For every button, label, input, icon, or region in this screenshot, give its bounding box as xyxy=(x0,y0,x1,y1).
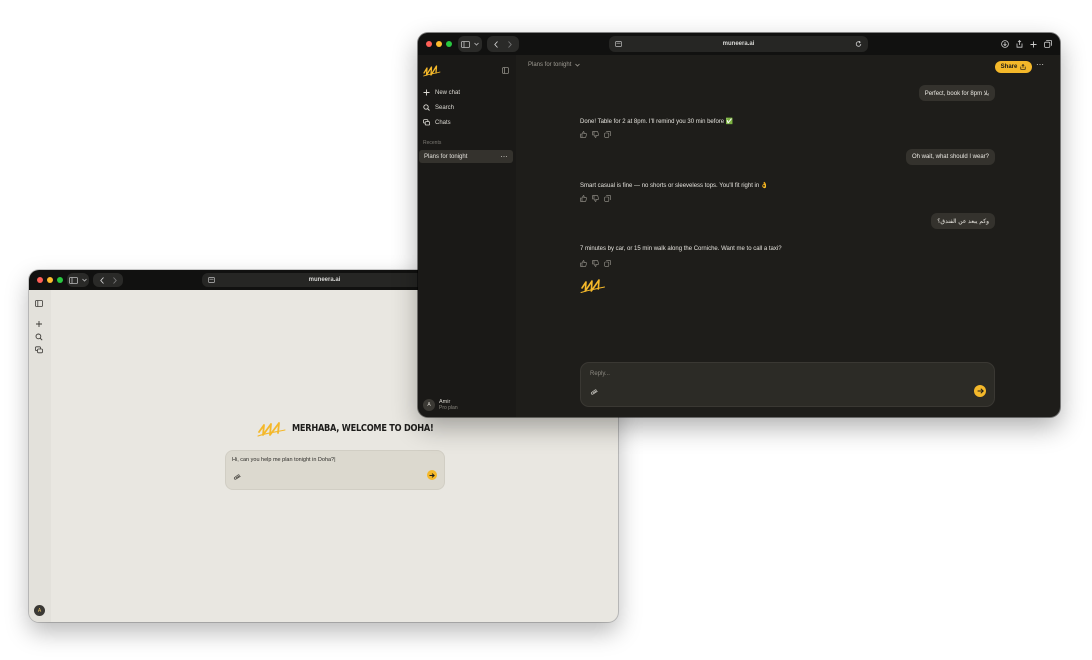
minimize-window-button[interactable] xyxy=(47,277,53,283)
share-icon xyxy=(1020,64,1026,70)
more-options-icon[interactable]: ⋯ xyxy=(1036,60,1045,69)
thumbs-up-icon[interactable] xyxy=(580,131,587,138)
user-message: Oh wait, what should I wear? xyxy=(905,149,995,165)
nav-buttons xyxy=(487,36,519,52)
prompt-input[interactable]: Hi, can you help me plan tonight in Doha… xyxy=(225,450,445,490)
back-arrow-icon[interactable] xyxy=(494,40,498,48)
minimize-window-button[interactable] xyxy=(436,41,442,47)
address-bar[interactable]: muneera.ai xyxy=(202,273,447,287)
attach-icon[interactable] xyxy=(233,474,242,480)
chat-title: Plans for tonight xyxy=(528,62,572,68)
copy-icon[interactable] xyxy=(604,195,611,202)
arrow-right-icon xyxy=(977,388,984,394)
thumbs-up-icon[interactable] xyxy=(580,260,587,267)
reply-placeholder[interactable]: Reply... xyxy=(590,371,610,377)
tabs-overview-icon[interactable] xyxy=(1044,40,1052,48)
assistant-message: Smart casual is fine — no shorts or slee… xyxy=(580,183,769,189)
sidebar-icon xyxy=(461,40,470,48)
send-button[interactable] xyxy=(974,385,986,397)
user-message: Perfect, book for 8pm يلا xyxy=(918,85,995,101)
title-bar: muneera.ai xyxy=(418,33,1060,55)
chevron-down-icon xyxy=(474,42,479,46)
close-window-button[interactable] xyxy=(37,277,43,283)
maximize-window-button[interactable] xyxy=(57,277,63,283)
sidebar-item-new-chat[interactable]: New chat xyxy=(423,89,460,96)
sidebar: New chat Search Chats Recents Plans for … xyxy=(418,55,516,417)
search-icon xyxy=(423,104,430,111)
message-actions xyxy=(580,131,611,138)
site-settings-icon[interactable] xyxy=(615,41,622,47)
thumbs-up-icon[interactable] xyxy=(580,195,587,202)
thumbs-down-icon[interactable] xyxy=(592,260,599,267)
muneera-logo-icon xyxy=(580,279,605,293)
site-settings-icon[interactable] xyxy=(208,277,215,283)
welcome-title: MERHABA, WELCOME TO DOHA! xyxy=(292,422,434,434)
arrow-right-icon xyxy=(429,472,435,478)
browser-window-chat: muneera.ai New chat Search Chats Recents… xyxy=(418,33,1060,417)
assistant-message: 7 minutes by car, or 15 min walk along t… xyxy=(580,246,782,252)
window-controls xyxy=(37,270,63,290)
share-icon[interactable] xyxy=(1016,40,1023,48)
muneera-logo-icon[interactable] xyxy=(423,63,441,77)
maximize-window-button[interactable] xyxy=(446,41,452,47)
toolbar-icons xyxy=(1001,33,1052,55)
sidebar-item-label: Search xyxy=(435,104,455,111)
reload-icon[interactable] xyxy=(855,40,862,48)
recent-chat-title: Plans for tonight xyxy=(424,153,468,160)
user-message: وكم يبعد عن الفندق؟ xyxy=(931,213,995,229)
send-button[interactable] xyxy=(427,470,437,480)
message-actions xyxy=(580,195,611,202)
avatar: A xyxy=(423,399,435,411)
chat-title-dropdown[interactable]: Plans for tonight xyxy=(528,62,581,68)
muneera-logo-icon xyxy=(257,422,286,437)
message-actions xyxy=(580,260,611,267)
close-window-button[interactable] xyxy=(426,41,432,47)
url-text: muneera.ai xyxy=(722,41,755,47)
collapsed-sidebar: A xyxy=(29,290,51,622)
chats-icon xyxy=(423,119,430,126)
sidebar-item-search[interactable]: Search xyxy=(423,104,454,111)
sidebar-recent-chat[interactable]: Plans for tonight ⋯ xyxy=(419,150,513,163)
back-arrow-icon[interactable] xyxy=(99,276,104,284)
reply-input[interactable]: Reply... xyxy=(580,362,995,407)
assistant-message: Done! Table for 2 at 8pm. I'll remind yo… xyxy=(580,119,734,125)
plus-icon[interactable] xyxy=(1030,41,1037,48)
welcome-heading: MERHABA, WELCOME TO DOHA! xyxy=(257,418,465,438)
sidebar-icon xyxy=(69,276,78,284)
user-plan: Pro plan xyxy=(439,405,458,411)
copy-icon[interactable] xyxy=(604,260,611,267)
sidebar-toggle-button[interactable] xyxy=(67,273,89,287)
search-icon[interactable] xyxy=(35,333,43,341)
nav-buttons xyxy=(93,273,123,287)
sidebar-item-label: Chats xyxy=(435,119,451,126)
share-button[interactable]: Share xyxy=(995,61,1032,73)
chevron-down-icon xyxy=(82,278,87,282)
sidebar-toggle-icon[interactable] xyxy=(35,300,43,307)
window-controls xyxy=(426,33,452,55)
thumbs-down-icon[interactable] xyxy=(592,195,599,202)
forward-arrow-icon[interactable] xyxy=(112,276,117,284)
chevron-down-icon xyxy=(575,63,581,67)
sidebar-toggle-button[interactable] xyxy=(458,36,482,52)
sidebar-collapse-icon[interactable] xyxy=(502,67,509,74)
attach-icon[interactable] xyxy=(590,389,599,395)
plus-icon xyxy=(423,89,430,96)
more-options-icon[interactable]: ⋯ xyxy=(501,153,509,161)
prompt-text[interactable]: Hi, can you help me plan tonight in Doha… xyxy=(232,457,336,463)
forward-arrow-icon[interactable] xyxy=(508,40,512,48)
avatar[interactable]: A xyxy=(34,605,45,616)
user-info: Amir Pro plan xyxy=(439,399,458,411)
address-bar[interactable]: muneera.ai xyxy=(609,36,868,52)
copy-icon[interactable] xyxy=(604,131,611,138)
user-profile[interactable]: A Amir Pro plan xyxy=(423,399,458,411)
share-label: Share xyxy=(1000,64,1018,70)
plus-icon[interactable] xyxy=(35,320,43,328)
chats-icon[interactable] xyxy=(35,346,43,354)
sidebar-item-label: New chat xyxy=(435,89,461,96)
recents-label: Recents xyxy=(423,140,442,146)
sidebar-item-chats[interactable]: Chats xyxy=(423,119,451,126)
url-text: muneera.ai xyxy=(308,277,341,283)
thumbs-down-icon[interactable] xyxy=(592,131,599,138)
download-icon[interactable] xyxy=(1001,40,1009,48)
